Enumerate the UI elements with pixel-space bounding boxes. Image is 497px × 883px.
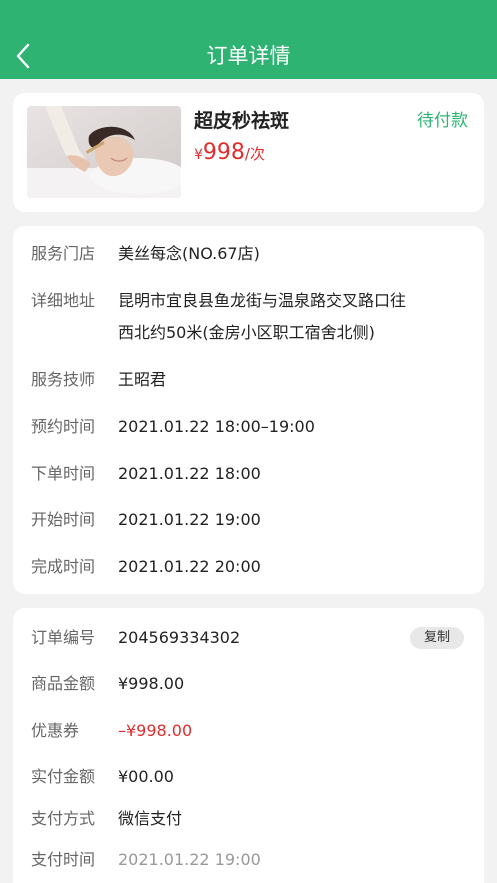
order-row-pay-time: 支付时间 2021.01.22 19:00 xyxy=(31,844,466,876)
info-label: 服务门店 xyxy=(31,244,96,263)
price-currency: ¥ xyxy=(194,147,203,163)
product-image xyxy=(27,106,181,198)
info-label: 开始时间 xyxy=(31,510,96,529)
app-header: 订单详情 xyxy=(0,0,497,79)
coupon-amount: –¥998.00 xyxy=(118,721,193,740)
price-value: 998 xyxy=(202,140,245,165)
order-time: 2021.01.22 18:00 xyxy=(118,464,261,483)
info-row-start-time: 开始时间 2021.01.22 19:00 xyxy=(31,504,466,536)
info-label: 详细地址 xyxy=(31,291,96,310)
pay-time: 2021.01.22 19:00 xyxy=(118,850,261,869)
page-title: 订单详情 xyxy=(206,44,291,68)
goods-amount: ¥998.00 xyxy=(118,674,185,693)
order-row-coupon: 优惠券 –¥998.00 xyxy=(31,715,466,747)
order-label: 实付金额 xyxy=(31,767,96,786)
order-label: 优惠券 xyxy=(31,721,80,740)
info-label: 预约时间 xyxy=(31,417,96,436)
price-unit: /次 xyxy=(244,145,265,163)
order-row-goods-amount: 商品金额 ¥998.00 xyxy=(31,668,466,700)
store-name: 美丝每念(NO.67店) xyxy=(118,244,260,263)
product-name: 超皮秒祛斑 xyxy=(194,110,290,132)
order-label: 支付方式 xyxy=(31,809,96,828)
info-row-order-time: 下单时间 2021.01.22 18:00 xyxy=(31,458,466,490)
info-label: 下单时间 xyxy=(31,464,96,483)
pay-method: 微信支付 xyxy=(118,809,183,828)
order-status-badge: 待付款 xyxy=(417,111,468,131)
product-price: ¥998/次 xyxy=(194,139,265,169)
order-row-paid-amount: 实付金额 ¥00.00 xyxy=(31,761,466,793)
address-line-2: 西北约50米(金房小区职工宿舍北侧) xyxy=(118,323,375,342)
order-label: 商品金额 xyxy=(31,674,96,693)
info-row-technician: 服务技师 王昭君 xyxy=(31,364,466,396)
product-card[interactable]: 超皮秒祛斑 待付款 ¥998/次 xyxy=(13,93,484,212)
paid-amount: ¥00.00 xyxy=(118,767,174,786)
appointment-time: 2021.01.22 18:00–19:00 xyxy=(118,417,315,436)
address-value: 昆明市宜良县鱼龙街与温泉路交叉路口往 西北约50米(金房小区职工宿舍北侧) xyxy=(118,285,406,349)
order-row-number: 订单编号 204569334302 xyxy=(31,622,466,654)
info-label: 完成时间 xyxy=(31,557,96,576)
copy-button[interactable]: 复制 xyxy=(410,627,464,649)
info-row-appointment-time: 预约时间 2021.01.22 18:00–19:00 xyxy=(31,411,466,443)
technician-name: 王昭君 xyxy=(118,370,167,389)
order-info-card: 订单编号 204569334302 复制 商品金额 ¥998.00 优惠券 –¥… xyxy=(13,608,484,883)
info-row-store: 服务门店 美丝每念(NO.67店) xyxy=(31,238,466,270)
start-time: 2021.01.22 19:00 xyxy=(118,510,261,529)
order-label: 支付时间 xyxy=(31,850,96,869)
order-row-pay-method: 支付方式 微信支付 xyxy=(31,803,466,835)
info-row-finish-time: 完成时间 2021.01.22 20:00 xyxy=(31,551,466,583)
info-label: 服务技师 xyxy=(31,370,96,389)
order-label: 订单编号 xyxy=(31,628,96,647)
address-line-1: 昆明市宜良县鱼龙街与温泉路交叉路口往 xyxy=(118,291,407,310)
service-info-card: 服务门店 美丝每念(NO.67店) 详细地址 昆明市宜良县鱼龙街与温泉路交叉路口… xyxy=(13,226,484,594)
order-number: 204569334302 xyxy=(118,628,241,647)
info-row-address: 详细地址 昆明市宜良县鱼龙街与温泉路交叉路口往 西北约50米(金房小区职工宿舍北… xyxy=(31,285,466,349)
finish-time: 2021.01.22 20:00 xyxy=(118,557,261,576)
